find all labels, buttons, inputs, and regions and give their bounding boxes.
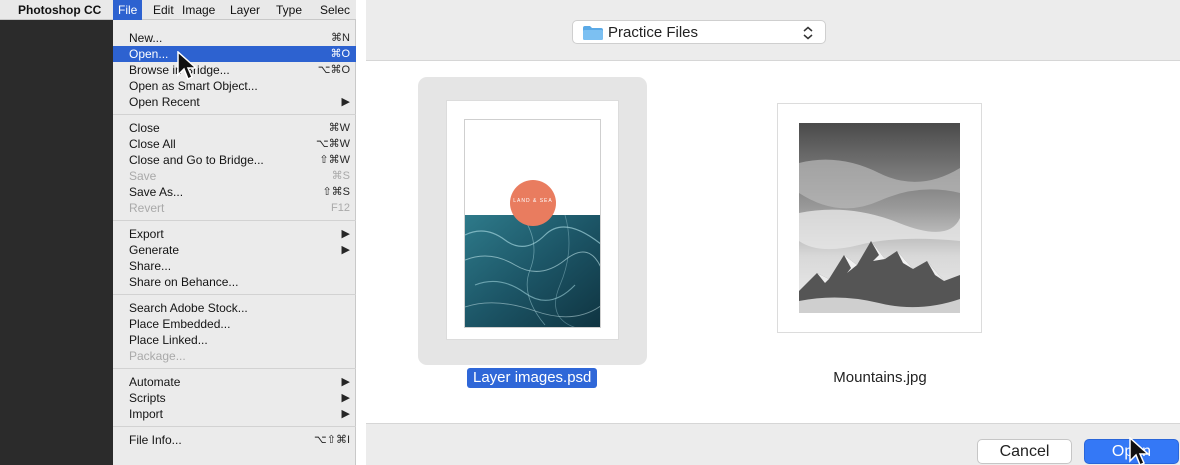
- menu-separator: [113, 220, 356, 221]
- menu-item-label: Save: [129, 169, 157, 183]
- open-file-dialog: Practice Files LAND & SEA Layer images.p…: [366, 0, 1180, 465]
- menu-edit[interactable]: Edit: [153, 0, 174, 20]
- menu-item-label: Close: [129, 121, 160, 135]
- menu-item-shortcut: ⌥⌘O: [317, 64, 350, 76]
- menu-item-label: Share on Behance...: [129, 275, 239, 289]
- menu-item-label: Share...: [129, 259, 172, 273]
- menu-item-label: Open Recent: [129, 95, 200, 109]
- photoshop-window: Photoshop CC File Edit Image Layer Type …: [0, 0, 356, 465]
- menu-item-place-embedded[interactable]: Place Embedded...: [113, 316, 356, 332]
- menu-item-export[interactable]: Export ▶: [113, 226, 356, 242]
- menu-item-shortcut: ⌘S: [331, 170, 350, 182]
- menu-item-label: Place Linked...: [129, 333, 208, 347]
- mouse-cursor-icon: [1129, 437, 1150, 465]
- file-menu-dropdown: New... ⌘N Open... ⌘O Browse in Bridge... ⌥⌘O O…: [113, 20, 356, 465]
- menu-image[interactable]: Image: [182, 0, 215, 20]
- cancel-button[interactable]: Cancel: [977, 439, 1072, 464]
- menu-separator: [113, 294, 356, 295]
- app-menu-photoshop[interactable]: Photoshop CC: [18, 0, 101, 20]
- menu-item-scripts[interactable]: Scripts ▶: [113, 390, 356, 406]
- menu-item-close-and-go-to-bridge[interactable]: Close and Go to Bridge... ⇧⌘W: [113, 152, 356, 168]
- menu-item-label: Place Embedded...: [129, 317, 231, 331]
- menu-item-label: Scripts: [129, 391, 166, 405]
- file-name-psd[interactable]: Layer images.psd: [467, 368, 598, 388]
- menu-item-label: Save As...: [129, 185, 184, 199]
- menu-item-file-info[interactable]: File Info... ⌥⇧⌘I: [113, 432, 356, 448]
- submenu-arrow-icon: ▶: [341, 96, 350, 108]
- menu-item-label: Search Adobe Stock...: [129, 301, 248, 315]
- title-circle-badge: LAND & SEA: [510, 180, 556, 226]
- menu-file[interactable]: File: [113, 0, 143, 20]
- menu-item-close[interactable]: Close ⌘W: [113, 120, 356, 136]
- menu-item-label: Export: [129, 227, 164, 241]
- menu-item-automate[interactable]: Automate ▶: [113, 374, 356, 390]
- menu-item-save: Save ⌘S: [113, 168, 356, 184]
- submenu-arrow-icon: ▶: [341, 408, 350, 420]
- location-label: Practice Files: [608, 24, 699, 41]
- menu-item-label: New...: [129, 31, 163, 45]
- chevron-up-down-icon: [803, 26, 813, 40]
- divider: [356, 0, 366, 465]
- menu-item-search-adobe-stock[interactable]: Search Adobe Stock...: [113, 300, 356, 316]
- menu-item-shortcut: ⌘W: [328, 122, 350, 134]
- menu-item-share-on-behance[interactable]: Share on Behance...: [113, 274, 356, 290]
- menu-item-shortcut: ⇧⌘S: [322, 186, 350, 198]
- menu-layer[interactable]: Layer: [230, 0, 260, 20]
- sea-texture-image: [465, 215, 600, 327]
- menu-type[interactable]: Type: [276, 0, 302, 20]
- circle-text: LAND & SEA: [513, 198, 553, 204]
- menu-item-save-as[interactable]: Save As... ⇧⌘S: [113, 184, 356, 200]
- menu-item-open-as-smart-object[interactable]: Open as Smart Object...: [113, 78, 356, 94]
- menu-item-place-linked[interactable]: Place Linked...: [113, 332, 356, 348]
- submenu-arrow-icon: ▶: [341, 244, 350, 256]
- menu-item-share[interactable]: Share...: [113, 258, 356, 274]
- menu-item-revert: Revert F12: [113, 200, 356, 216]
- menu-separator: [113, 368, 356, 369]
- menu-item-label: Open...: [129, 47, 169, 61]
- menu-separator: [113, 114, 356, 115]
- mountains-preview-image: [799, 123, 960, 313]
- file-name-jpg[interactable]: Mountains.jpg: [778, 368, 982, 388]
- menu-item-generate[interactable]: Generate ▶: [113, 242, 356, 258]
- menu-item-label: Close and Go to Bridge...: [129, 153, 264, 167]
- menu-item-label: Automate: [129, 375, 181, 389]
- location-popup[interactable]: Practice Files: [572, 20, 826, 44]
- menu-item-shortcut: ⌘N: [331, 32, 350, 44]
- menu-item-open[interactable]: Open... ⌘O: [113, 46, 356, 62]
- menu-separator: [113, 426, 356, 427]
- menu-item-label: Revert: [129, 201, 165, 215]
- menu-item-label: Generate: [129, 243, 180, 257]
- menu-item-package: Package...: [113, 348, 356, 364]
- submenu-arrow-icon: ▶: [341, 376, 350, 388]
- mouse-cursor-icon: [177, 51, 198, 81]
- submenu-arrow-icon: ▶: [341, 392, 350, 404]
- folder-icon: [583, 26, 603, 40]
- submenu-arrow-icon: ▶: [341, 228, 350, 240]
- menu-item-shortcut: ⌥⇧⌘I: [314, 434, 350, 446]
- psd-preview-image: LAND & SEA: [464, 119, 601, 328]
- menu-item-browse-in-bridge[interactable]: Browse in Bridge... ⌥⌘O: [113, 62, 356, 78]
- menu-item-shortcut: F12: [331, 202, 350, 214]
- menu-item-shortcut: ⇧⌘W: [319, 154, 350, 166]
- menu-item-open-recent[interactable]: Open Recent ▶: [113, 94, 356, 110]
- menu-item-new[interactable]: New... ⌘N: [113, 30, 356, 46]
- dialog-footer: Cancel Open: [366, 423, 1180, 465]
- menu-bar: Photoshop CC File Edit Image Layer Type …: [0, 0, 356, 20]
- menu-item-shortcut: ⌘O: [330, 48, 350, 60]
- menu-item-label: Close All: [129, 137, 176, 151]
- menu-item-label: Package...: [129, 349, 186, 363]
- menu-select[interactable]: Selec: [320, 0, 350, 20]
- menu-item-label: File Info...: [129, 433, 182, 447]
- menu-item-import[interactable]: Import ▶: [113, 406, 356, 422]
- dialog-toolbar: Practice Files: [366, 0, 1180, 61]
- menu-item-shortcut: ⌥⌘W: [315, 138, 350, 150]
- menu-item-close-all[interactable]: Close All ⌥⌘W: [113, 136, 356, 152]
- menu-item-label: Import: [129, 407, 164, 421]
